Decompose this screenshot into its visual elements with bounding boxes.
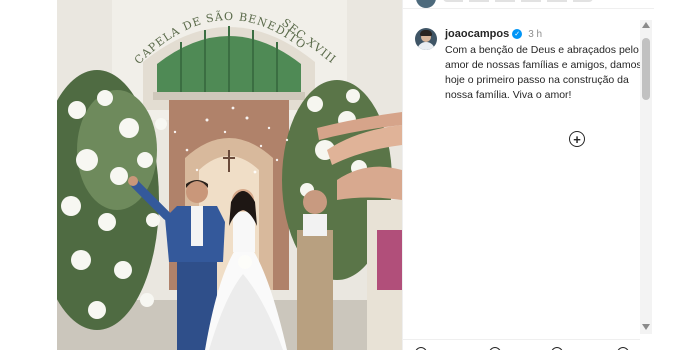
- header-text-cutoff: [443, 0, 593, 2]
- header-avatar[interactable]: [416, 0, 436, 8]
- wedding-photo-illustration: CAPELA DE SÃO BENEDITO SEC XVIII: [57, 0, 402, 350]
- post-actions-cutoff: [403, 339, 640, 350]
- scrollbar-thumb[interactable]: [642, 38, 650, 100]
- post-side-panel: joaocampos ✓ 3 h Com a benção de Deus e …: [402, 0, 654, 350]
- add-circle-icon[interactable]: +: [569, 131, 585, 147]
- avatar[interactable]: [415, 28, 437, 50]
- post-timestamp[interactable]: 3 h: [528, 29, 542, 40]
- caption-body: joaocampos ✓ 3 h Com a benção de Deus e …: [445, 26, 651, 103]
- post-photo[interactable]: CAPELA DE SÃO BENEDITO SEC XVIII: [57, 0, 402, 350]
- caption-text: Com a benção de Deus e abraçados pelo am…: [445, 44, 642, 101]
- scroll-down-arrow-icon[interactable]: [642, 324, 650, 330]
- username-link[interactable]: joaocampos: [445, 28, 509, 40]
- verified-badge-icon: ✓: [512, 29, 523, 39]
- scroll-up-arrow-icon[interactable]: [642, 22, 650, 28]
- post-modal: CAPELA DE SÃO BENEDITO SEC XVIII joaocam…: [57, 0, 654, 350]
- caption-header: joaocampos ✓ 3 h: [445, 26, 651, 42]
- post-header-cutoff: [403, 0, 654, 9]
